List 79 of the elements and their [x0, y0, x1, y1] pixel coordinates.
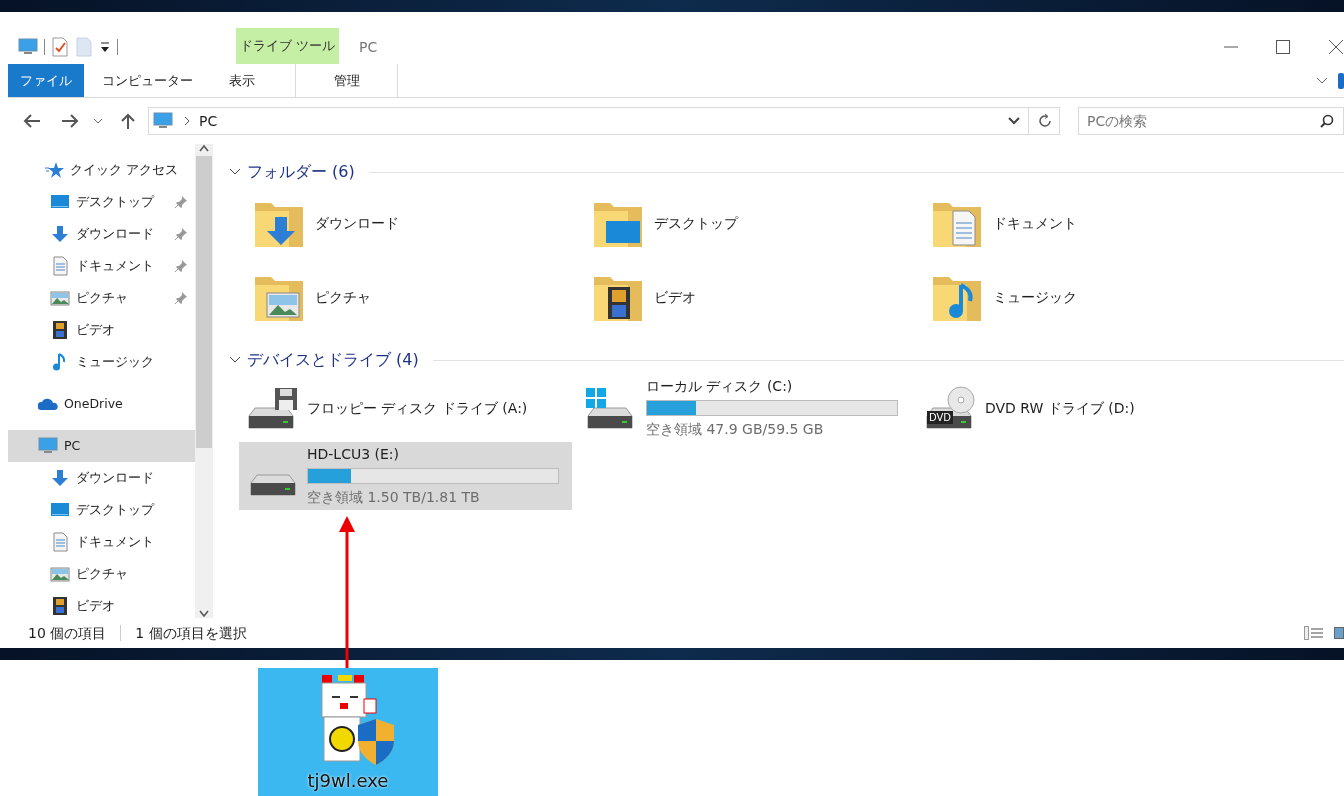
close-icon[interactable] — [1328, 39, 1344, 55]
ribbon-tab[interactable]: 管理 — [295, 64, 398, 97]
section-header[interactable]: フォルダー (6) — [247, 160, 355, 184]
customize-dropdown-icon[interactable] — [99, 40, 111, 54]
forward-arrow-icon[interactable] — [60, 112, 80, 130]
large-icons-view-icon[interactable] — [1334, 626, 1344, 640]
scroll-up-icon[interactable] — [199, 144, 209, 152]
chevron-down-icon[interactable] — [1316, 76, 1328, 85]
sidebar-item[interactable]: ダウンロード — [8, 218, 195, 250]
folder-item[interactable]: ミュージック — [917, 260, 1256, 334]
free-space-text: 空き領域 1.50 TB/1.81 TB — [307, 488, 481, 507]
scrollbar[interactable] — [195, 144, 213, 618]
breadcrumb-item[interactable]: PC — [199, 110, 218, 132]
back-arrow-icon[interactable] — [22, 112, 42, 130]
selection-count: 1 個の項目を選択 — [135, 623, 247, 643]
download-arrow-icon — [50, 468, 70, 488]
sidebar-item[interactable]: デスクトップ — [8, 186, 195, 218]
sidebar-item[interactable]: OneDrive — [8, 388, 195, 420]
sidebar-item[interactable]: ドキュメント — [8, 250, 195, 282]
collapse-chevron-icon[interactable] — [229, 168, 241, 176]
desktop-icon[interactable]: tj9wl.exe — [258, 668, 438, 796]
drive-label: フロッピー ディスク ドライブ (A:) — [307, 398, 528, 418]
document-icon — [50, 256, 70, 276]
details-view-icon[interactable] — [1304, 626, 1324, 640]
free-space-text: 空き領域 47.9 GB/59.5 GB — [646, 420, 825, 439]
sidebar-item[interactable]: ミュージック — [8, 346, 195, 378]
search-field[interactable]: PCの検索 — [1078, 107, 1344, 135]
context-tab-group: ドライブ ツール — [236, 28, 339, 64]
breadcrumb-chevron-icon — [183, 116, 191, 126]
properties-icon[interactable] — [51, 37, 69, 57]
window-title: PC — [359, 37, 378, 57]
floppy-drive-icon — [247, 386, 299, 430]
picture-icon — [50, 288, 70, 308]
item-count: 10 個の項目 — [28, 623, 107, 643]
refresh-icon[interactable] — [1037, 113, 1053, 129]
collapse-chevron-icon[interactable] — [229, 356, 241, 364]
folder-item[interactable]: ドキュメント — [917, 186, 1256, 260]
film-strip-icon — [50, 320, 70, 340]
film-strip-icon — [50, 596, 70, 616]
sidebar-item[interactable]: クイック アクセス — [8, 154, 195, 186]
document-icon — [50, 532, 70, 552]
sidebar-item[interactable]: ダウンロード — [8, 462, 195, 494]
folder-item[interactable]: デスクトップ — [578, 186, 917, 260]
ribbon-tab[interactable]: コンピューター — [84, 64, 211, 97]
picture-icon — [50, 564, 70, 584]
sidebar-item[interactable]: デスクトップ — [8, 494, 195, 526]
drive-item[interactable]: HD-LCU3 (E:) 空き領域 1.50 TB/1.81 TB — [239, 442, 572, 510]
sidebar-item[interactable]: ピクチャ — [8, 558, 195, 590]
folder-item[interactable]: ダウンロード — [239, 186, 578, 260]
dropdown-chevron-icon[interactable] — [1008, 117, 1020, 125]
section-header[interactable]: デバイスとドライブ (4) — [247, 348, 419, 372]
search-icon — [1320, 114, 1334, 128]
maximize-icon[interactable] — [1276, 40, 1290, 54]
address-bar[interactable]: PC — [148, 107, 1060, 135]
computer-icon — [153, 111, 175, 131]
drive-label: HD-LCU3 (E:) — [307, 445, 401, 464]
folder-item[interactable]: ピクチャ — [239, 260, 578, 334]
dvd-label: DVD — [927, 411, 954, 424]
hard-drive-icon — [250, 474, 296, 496]
drive-item[interactable]: フロッピー ディスク ドライブ (A:) — [239, 374, 572, 442]
download-arrow-icon — [50, 224, 70, 244]
drive-label: ローカル ディスク (C:) — [646, 377, 794, 396]
sidebar-item[interactable]: PC — [8, 430, 195, 462]
drive-item[interactable]: ローカル ディスク (C:) 空き領域 47.9 GB/59.5 GB — [578, 374, 911, 442]
scrollbar-thumb[interactable] — [196, 156, 212, 448]
sidebar-item[interactable]: ドキュメント — [8, 526, 195, 558]
ribbon-tab[interactable]: ファイル — [8, 64, 84, 97]
sidebar-item[interactable]: ビデオ — [8, 314, 195, 346]
sidebar-item[interactable]: ビデオ — [8, 590, 195, 618]
drive-item[interactable]: DVD DVD RW ドライブ (D:) — [917, 374, 1250, 442]
ribbon-tab[interactable]: 表示 — [211, 64, 273, 97]
computer-icon — [38, 436, 58, 456]
drive-label: DVD RW ドライブ (D:) — [985, 398, 1135, 418]
desktop-icon-label: tj9wl.exe — [307, 769, 389, 793]
folder-item[interactable]: ビデオ — [578, 260, 917, 334]
computer-icon[interactable] — [18, 37, 38, 57]
star-icon — [44, 160, 64, 180]
sidebar-item[interactable]: ピクチャ — [8, 282, 195, 314]
scroll-down-icon[interactable] — [199, 610, 209, 618]
